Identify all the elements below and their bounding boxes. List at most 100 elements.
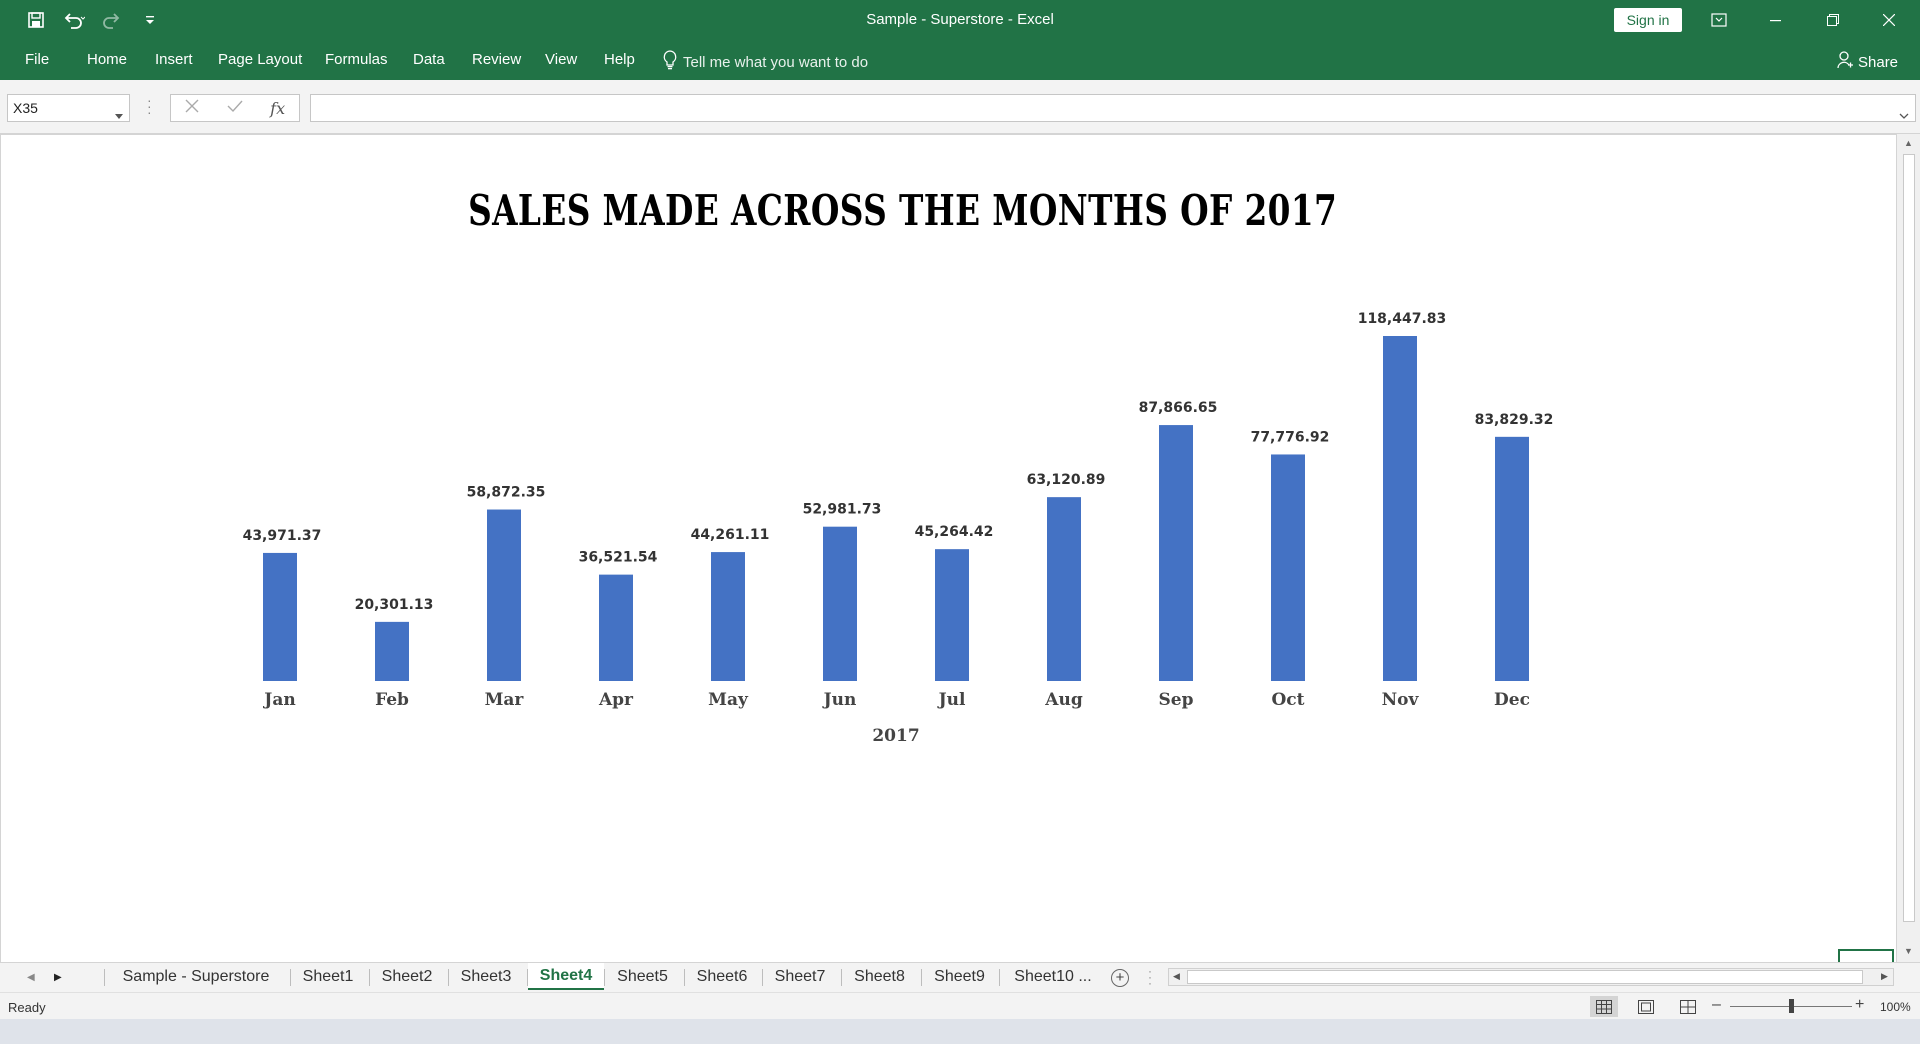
zoom-slider-thumb[interactable] [1789,999,1794,1013]
formula-input[interactable] [310,94,1916,122]
bar-dec[interactable] [1495,436,1529,681]
tab-separator [999,969,1000,986]
tab-help[interactable]: Help [604,51,635,68]
data-label-sep: 87,866.65 [1139,400,1218,416]
ribbon-tabs: File Home Insert Page Layout Formulas Da… [0,40,1920,80]
tab-splitter[interactable]: · · · [1148,965,1152,989]
tab-separator [921,969,922,986]
sheet-tabs-bar: ◀ ▶ Sample - Superstore Sheet1 Sheet2 Sheet… [0,962,1920,992]
normal-view-icon[interactable] [1590,996,1618,1017]
close-icon[interactable] [1866,6,1912,34]
tab-data[interactable]: Data [413,51,445,68]
data-label-nov: 118,447.83 [1358,311,1447,327]
share-button[interactable]: Share [1837,51,1898,73]
data-label-apr: 36,521.54 [579,550,658,566]
sheet-tab-sheet8[interactable]: Sheet8 [842,963,917,990]
data-label-jul: 45,264.42 [915,524,994,540]
bar-sep[interactable] [1159,425,1193,681]
sheet-tab-sheet5[interactable]: Sheet5 [605,963,680,990]
sheet-tab-sheet2[interactable]: Sheet2 [370,963,444,990]
share-label: Share [1858,53,1899,71]
tab-separator [290,969,291,986]
bar-jan[interactable] [263,552,297,681]
x-tick-label-jul: Jul [937,690,966,710]
sheet-tab-sheet6[interactable]: Sheet6 [685,963,759,990]
cancel-icon[interactable] [185,99,199,118]
zoom-out-icon[interactable]: – [1712,996,1721,1014]
sales-bar-chart[interactable]: 43,971.37 Jan 20,301.13 Feb 58,872.35 Mar 36,5… [0,134,1890,954]
tab-formulas[interactable]: Formulas [325,51,388,68]
bar-apr[interactable] [599,574,633,681]
data-label-dec: 83,829.32 [1475,412,1554,428]
tell-me-label: Tell me what you want to do [683,53,869,71]
vertical-scroll-thumb[interactable] [1903,154,1915,922]
tell-me-search[interactable]: Tell me what you want to do [663,50,868,74]
tab-review[interactable]: Review [472,51,521,68]
tab-insert[interactable]: Insert [155,51,193,68]
tab-separator [762,969,763,986]
horizontal-scrollbar[interactable]: ◀ ▶ [1168,968,1894,986]
x-axis-title: 2017 [872,726,919,746]
tab-page-layout[interactable]: Page Layout [218,51,302,68]
bar-jul[interactable] [935,549,969,681]
scroll-right-icon[interactable]: ▶ [1881,971,1888,982]
bar-may[interactable] [711,552,745,681]
x-tick-label-nov: Nov [1382,690,1420,710]
scroll-down-icon[interactable]: ▼ [1904,946,1913,956]
zoom-in-icon[interactable]: + [1855,996,1864,1014]
sheet-tab-sample-superstore[interactable]: Sample - Superstore [105,963,287,990]
tab-separator [369,969,370,986]
data-label-aug: 63,120.89 [1027,472,1106,488]
sheet-tab-sheet3[interactable]: Sheet3 [449,963,523,990]
sheet-tab-sheet7[interactable]: Sheet7 [763,963,837,990]
tab-separator [604,969,605,986]
ribbon-display-options-icon[interactable] [1696,6,1742,34]
tab-separator [527,969,528,986]
tab-home[interactable]: Home [87,51,127,68]
sheet-tab-sheet10[interactable]: Sheet10 ... [1000,963,1106,990]
horizontal-scroll-thumb[interactable] [1187,970,1863,984]
title-bar: Sample - Superstore - Excel Sign in [0,0,1920,40]
next-sheet-icon[interactable]: ▶ [54,972,62,983]
add-sheet-icon[interactable]: + [1111,969,1129,987]
sheet-tab-sheet1[interactable]: Sheet1 [291,963,365,990]
lightbulb-icon [663,50,677,74]
prev-sheet-icon[interactable]: ◀ [27,972,35,983]
sheet-tab-sheet4[interactable]: Sheet4 [528,963,604,990]
vertical-scrollbar[interactable]: ▲ ▼ [1896,134,1920,962]
data-label-jan: 43,971.37 [243,528,322,544]
page-break-view-icon[interactable] [1674,996,1702,1017]
bar-mar[interactable] [487,509,521,681]
insert-function-icon[interactable]: fx [270,99,285,118]
chevron-down-icon[interactable] [115,106,123,122]
formula-buttons: fx [170,94,300,122]
x-tick-label-jan: Jan [262,690,295,710]
x-tick-label-apr: Apr [598,690,634,710]
name-box[interactable]: X35 [7,94,130,122]
bar-aug[interactable] [1047,497,1081,681]
data-label-jun: 52,981.73 [803,502,882,518]
tab-file[interactable]: File [25,51,49,68]
scroll-up-icon[interactable]: ▲ [1904,138,1913,148]
page-layout-view-icon[interactable] [1632,996,1660,1017]
bar-oct[interactable] [1271,454,1305,681]
x-tick-label-jun: Jun [822,690,857,710]
sign-in-button[interactable]: Sign in [1614,8,1682,32]
tab-view[interactable]: View [545,51,577,68]
scroll-left-icon[interactable]: ◀ [1173,971,1180,982]
bar-jun[interactable] [823,526,857,681]
data-label-may: 44,261.11 [691,527,770,543]
enter-check-icon[interactable] [227,99,243,118]
x-tick-label-dec: Dec [1494,690,1530,710]
data-label-mar: 58,872.35 [467,485,546,501]
bar-nov[interactable] [1383,336,1417,681]
minimize-icon[interactable] [1753,6,1799,34]
restore-icon[interactable] [1810,6,1856,34]
sheet-tab-sheet9[interactable]: Sheet9 [922,963,997,990]
zoom-level[interactable]: 100% [1880,1000,1911,1014]
expand-formula-icon[interactable] [1899,106,1909,124]
formula-bar: X35 · · · fx [0,80,1920,134]
formula-bar-splitter[interactable]: · · · [147,93,152,119]
bar-feb[interactable] [375,621,409,681]
taskbar-strip [0,1019,1920,1044]
